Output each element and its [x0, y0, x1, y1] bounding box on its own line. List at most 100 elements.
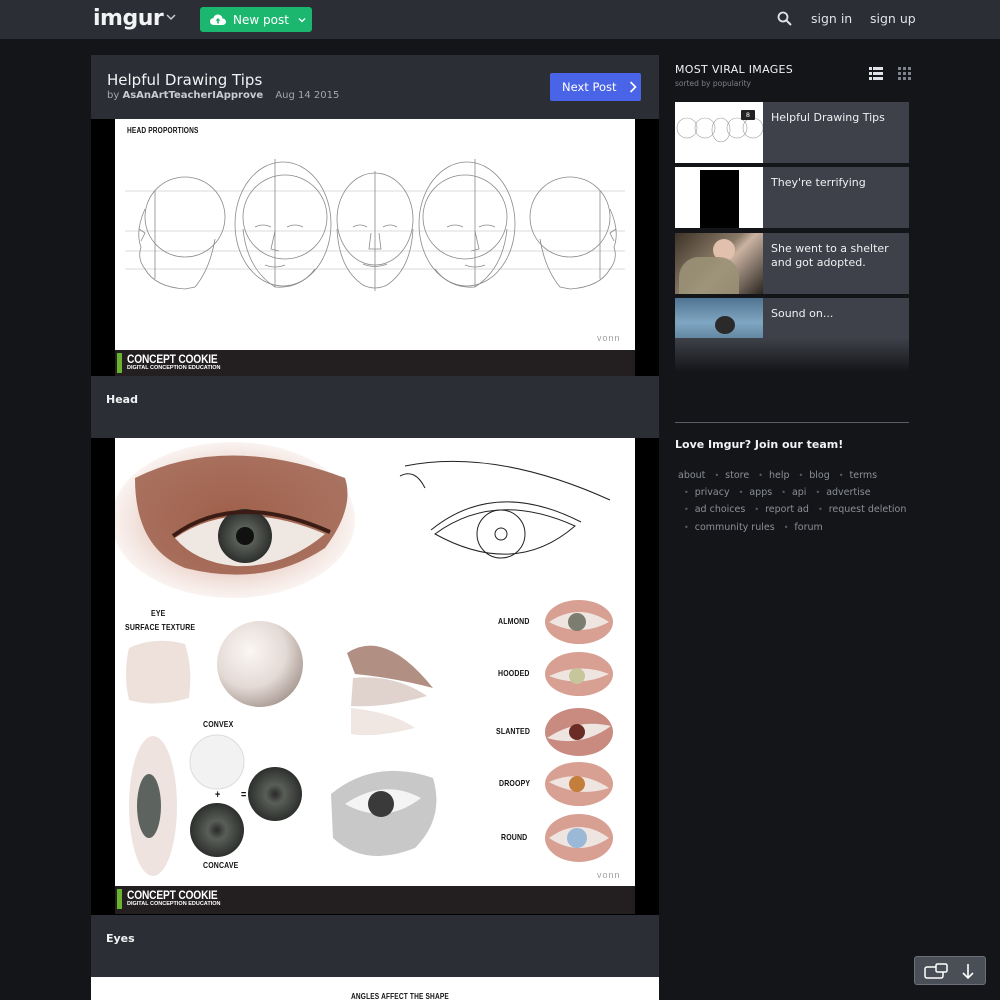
equals-label: = — [241, 789, 247, 801]
footer-link[interactable]: forum — [794, 522, 822, 533]
sidebar-subtitle: sorted by popularity — [675, 79, 751, 88]
post-date: Aug 14 2015 — [275, 90, 340, 101]
link-separator: • — [684, 522, 689, 532]
footer-links: about • store • help • blog • terms • privacy… — [678, 467, 910, 536]
link-separator: • — [684, 488, 689, 498]
sidebar-title: MOST VIRAL IMAGES — [675, 63, 794, 76]
brand-strip: CONCEPT COOKIE DIGITAL CONCEPTION EDUCAT… — [115, 350, 635, 376]
post-image-frame: ANGLES AFFECT THE SHAPE — [91, 977, 659, 1000]
post-author[interactable]: AsAnArtTeacherIApprove — [122, 90, 263, 101]
link-separator: • — [838, 471, 844, 480]
footer-link[interactable]: api — [792, 487, 807, 498]
next-post-button[interactable]: Next Post — [550, 73, 641, 101]
sign-in-link[interactable]: sign in — [811, 11, 852, 26]
concave-label: CONCAVE — [203, 860, 239, 870]
by-label: by — [107, 90, 120, 101]
top-bar: imgur New post sign in sign up — [0, 0, 1000, 39]
image-caption: Eyes — [106, 932, 135, 945]
eye-surface-label: EYE — [151, 608, 166, 618]
arrow-down-icon[interactable] — [962, 963, 974, 980]
brand-bar — [117, 889, 122, 909]
brand-name: CONCEPT COOKIE — [127, 352, 218, 366]
image-caption-box: Eyes — [91, 915, 659, 977]
footer-link[interactable]: store — [725, 470, 749, 481]
link-separator: • — [758, 471, 763, 480]
footer-link[interactable]: advertise — [826, 487, 870, 498]
sign-up-link[interactable]: sign up — [870, 11, 916, 26]
hooded-label: HOODED — [498, 668, 530, 678]
cloud-upload-icon — [210, 14, 226, 25]
head-proportions-image: HEAD PROPORTIONS vonn — [115, 119, 635, 350]
chevron-down-icon[interactable] — [166, 12, 176, 22]
brand-name: CONCEPT COOKIE — [127, 888, 218, 902]
chevron-down-icon — [298, 17, 306, 22]
join-team-link[interactable]: Love Imgur? Join our team! — [675, 438, 843, 451]
chevron-right-icon — [629, 81, 637, 93]
post-title: Helpful Drawing Tips — [107, 71, 263, 89]
footer-link[interactable]: about — [678, 470, 705, 481]
link-separator: • — [754, 505, 760, 515]
post-header: Helpful Drawing Tips by AsAnArtTeacherIA… — [91, 55, 659, 119]
viral-item-title: They're terrifying — [771, 176, 866, 189]
dog-photo-thumbnail — [679, 257, 739, 294]
link-separator: • — [817, 505, 823, 515]
imgur-logo[interactable]: imgur — [93, 6, 164, 31]
image-count-badge: 8 — [741, 110, 755, 120]
viral-item-title: Helpful Drawing Tips — [771, 111, 885, 124]
eyes-image: EYE SURFACE TEXTURE CONVEX + = CONCAVE A… — [115, 438, 635, 886]
slanted-label: SLANTED — [496, 726, 531, 736]
viral-item[interactable]: They're terrifying — [675, 167, 909, 228]
surface-texture-label: SURFACE TEXTURE — [125, 622, 196, 632]
brand-strip: CONCEPT COOKIE DIGITAL CONCEPTION EDUCAT… — [115, 886, 635, 914]
floating-controls — [914, 956, 986, 985]
viral-thumbnail — [675, 233, 763, 294]
head-sketches — [125, 159, 625, 291]
brand-bar — [117, 353, 122, 373]
link-separator: • — [815, 488, 821, 498]
viral-item[interactable]: 8 Helpful Drawing Tips — [675, 102, 909, 163]
viral-item-fade — [675, 338, 909, 372]
list-view-icon[interactable] — [869, 67, 883, 80]
footer-link[interactable]: report ad — [765, 504, 809, 515]
round-label: ROUND — [501, 832, 528, 842]
brand-subtitle: DIGITAL CONCEPTION EDUCATION — [127, 901, 221, 907]
footer-link[interactable]: ad choices — [695, 504, 746, 515]
viral-thumbnail: 8 — [675, 102, 763, 163]
search-icon[interactable] — [777, 11, 792, 26]
footer-link[interactable]: privacy — [695, 487, 730, 498]
new-post-button[interactable]: New post — [200, 7, 312, 32]
link-separator: • — [738, 488, 744, 498]
viral-item[interactable]: She went to a shelter and got adopted. — [675, 233, 909, 294]
water-photo-thumbnail — [715, 316, 735, 334]
footer-link[interactable]: request deletion — [829, 504, 907, 515]
almond-label: ALMOND — [498, 616, 530, 626]
footer-link[interactable]: help — [769, 470, 790, 481]
post-image-frame: EYE SURFACE TEXTURE CONVEX + = CONCAVE A… — [91, 438, 659, 915]
post-image-frame: HEAD PROPORTIONS vonn CONCEPT COOKIE DIG… — [91, 119, 659, 376]
post-meta: by AsAnArtTeacherIApprove Aug 14 2015 — [107, 90, 339, 101]
viral-item-title: Sound on... — [771, 307, 834, 320]
footer-link[interactable]: community rules — [695, 522, 775, 533]
footer-link[interactable]: terms — [850, 470, 878, 481]
convex-label: CONVEX — [203, 719, 234, 729]
link-separator: • — [783, 522, 789, 532]
link-separator: • — [714, 471, 720, 480]
grid-view-icon[interactable] — [898, 67, 911, 80]
plus-label: + — [215, 789, 221, 801]
image-caption-box: Head — [91, 376, 659, 438]
watermark: vonn — [597, 333, 621, 343]
footer-link[interactable]: blog — [809, 470, 830, 481]
device-switch-icon[interactable] — [924, 963, 948, 980]
next-post-label: Next Post — [562, 80, 617, 94]
link-separator: • — [684, 505, 689, 515]
image-heading: ANGLES AFFECT THE SHAPE — [351, 992, 449, 1000]
droopy-label: DROOPY — [499, 778, 531, 788]
footer-link[interactable]: apps — [749, 487, 772, 498]
link-separator: • — [781, 488, 786, 498]
brand-subtitle: DIGITAL CONCEPTION EDUCATION — [127, 365, 221, 371]
image-caption: Head — [106, 393, 138, 406]
watermark: vonn — [597, 870, 621, 880]
link-separator: • — [798, 471, 804, 480]
viral-item-title: She went to a shelter and got adopted. — [771, 242, 889, 269]
eye-illustrations — [115, 442, 613, 876]
